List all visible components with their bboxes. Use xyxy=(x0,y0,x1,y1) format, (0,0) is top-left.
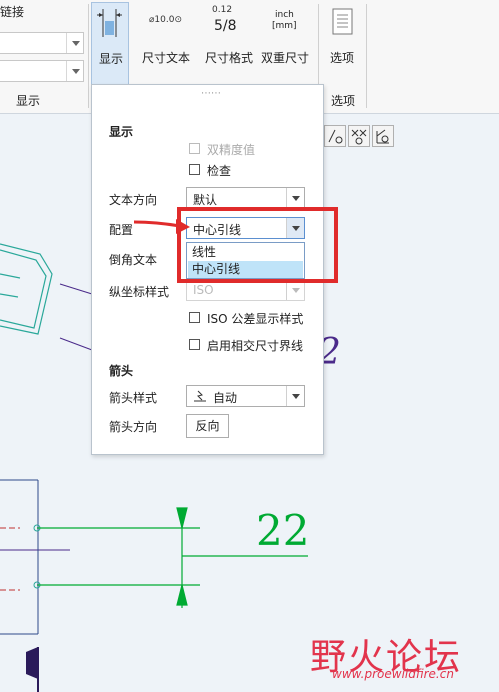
dim-text-button[interactable]: ⌀10.0⊙ 尺寸文本 xyxy=(140,2,192,85)
options-button-label: 选项 xyxy=(330,51,355,65)
ribbon-group-label-options: 选项 xyxy=(331,94,356,108)
text-direction-value: 默认 xyxy=(193,193,218,207)
dual-dim-button[interactable]: inch [mm] 双重尺寸 xyxy=(258,2,312,85)
sketch-line-1 xyxy=(59,283,93,295)
annotation-hide-icon[interactable] xyxy=(348,125,370,147)
ribbon-combo-1[interactable] xyxy=(0,32,84,54)
part-outline xyxy=(0,243,53,335)
chevron-down-icon xyxy=(286,280,304,300)
display-button[interactable]: 显示 xyxy=(91,2,129,85)
dim-format-icon-bottom: 5/8 xyxy=(214,18,237,34)
dual-precision-checkbox[interactable] xyxy=(189,143,200,154)
dim-format-icon-top: 0.12 xyxy=(212,5,233,15)
panel-grip[interactable]: ⋯⋯ xyxy=(201,88,221,99)
display-icon xyxy=(97,9,122,37)
arrow-style-icon xyxy=(194,390,206,402)
highlight-box xyxy=(177,207,338,283)
arrow-style-label: 箭头样式 xyxy=(109,391,158,405)
text-direction-dropdown[interactable]: 默认 xyxy=(186,187,305,209)
ribbon-link-fragment: 链接 xyxy=(0,5,25,19)
watermark-url: www.proewildfire.cn xyxy=(332,667,454,681)
arrow-section-heading: 箭头 xyxy=(109,364,134,378)
text-direction-label: 文本方向 xyxy=(109,193,158,207)
sketch-line-2 xyxy=(59,337,93,351)
arrow-direction-label: 箭头方向 xyxy=(109,420,158,434)
reverse-button[interactable]: 反向 xyxy=(186,414,229,438)
dim-format-label: 尺寸格式 xyxy=(205,51,254,65)
dimension-value-green[interactable]: 22 xyxy=(256,506,309,555)
arrow-style-dropdown[interactable]: 自动 xyxy=(186,385,305,407)
dim-text-icon: ⌀10.0⊙ xyxy=(149,15,182,25)
display-button-label: 显示 xyxy=(99,52,124,66)
ordinate-style-label: 纵坐标样式 xyxy=(109,285,170,299)
dual-precision-label: 双精度值 xyxy=(207,143,256,157)
chevron-down-icon xyxy=(286,386,304,406)
check-checkbox[interactable] xyxy=(189,164,200,175)
annotation-filter-icon[interactable] xyxy=(324,125,346,147)
ribbon-combo-2[interactable] xyxy=(0,60,84,82)
options-document-icon xyxy=(332,8,353,35)
dual-dim-icon-top: inch xyxy=(275,10,294,20)
iso-tolerance-label: ISO 公差显示样式 xyxy=(207,312,304,326)
chamfer-text-label: 倒角文本 xyxy=(109,253,158,267)
display-section-heading: 显示 xyxy=(109,125,134,139)
ribbon-group-label-display: 显示 xyxy=(16,94,41,108)
dim-format-button[interactable]: 0.12 5/8 尺寸格式 xyxy=(202,2,256,85)
iso-tolerance-checkbox[interactable] xyxy=(189,312,200,323)
intersect-extension-checkbox[interactable] xyxy=(189,339,200,350)
check-label: 检查 xyxy=(207,164,232,178)
ordinate-style-value: ISO xyxy=(193,283,214,297)
dual-dim-label: 双重尺寸 xyxy=(261,51,310,65)
canvas-mini-toolbar xyxy=(322,125,398,149)
dim-text-label: 尺寸文本 xyxy=(142,51,191,65)
intersect-extension-label: 启用相交尺寸界线 xyxy=(207,339,304,353)
chevron-down-icon xyxy=(286,188,304,208)
annotation-view-icon[interactable] xyxy=(372,125,394,147)
options-button[interactable]: 选项 xyxy=(326,2,360,85)
annotation-arrow-icon xyxy=(134,219,190,234)
config-label: 配置 xyxy=(109,223,134,237)
dual-dim-icon-bottom: [mm] xyxy=(272,21,297,31)
arrow-style-value: 自动 xyxy=(213,391,238,405)
bottom-arrow-glyph xyxy=(26,647,38,679)
